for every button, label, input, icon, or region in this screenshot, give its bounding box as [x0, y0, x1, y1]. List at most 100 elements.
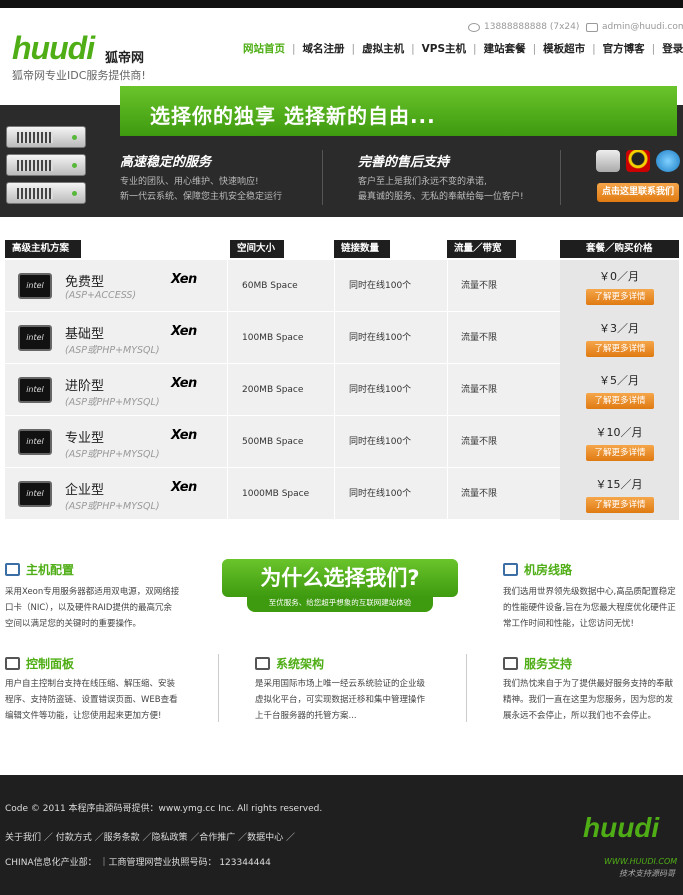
plan-tech: (ASP或PHP+MYSQL) — [65, 397, 160, 408]
why-choose-us-subtitle: 至优服务、给您超乎想象的互联网建站体验 — [247, 596, 433, 612]
plan-price: ￥0／月 — [599, 270, 639, 283]
footer-support: 技术支持源码哥 — [619, 869, 675, 878]
nav-blog[interactable]: 官方博客 — [596, 41, 652, 56]
server-icon — [6, 126, 86, 148]
monitor-icon — [5, 657, 20, 670]
logo[interactable]: huudi — [12, 30, 95, 67]
datacenter-icon — [503, 563, 518, 576]
intel-cpu-icon: intel — [18, 325, 52, 351]
learn-more-button[interactable]: 了解更多详情 — [586, 289, 654, 305]
section-support-title: 服务支持 — [503, 655, 572, 672]
top-bar — [0, 0, 683, 8]
divider — [322, 150, 323, 205]
xen-logo-icon: Xen — [171, 324, 197, 339]
plan-traffic: 流量不限 — [461, 437, 498, 447]
plan-traffic: 流量不限 — [461, 489, 498, 499]
printer-icon[interactable] — [596, 150, 620, 172]
learn-more-button[interactable]: 了解更多详情 — [586, 341, 654, 357]
phone-icon — [468, 22, 480, 32]
col-header-price: 套餐／购买价格 — [560, 240, 679, 258]
footer-links[interactable]: 关于我们 ／ 付款方式 ／服务条款 ／隐私政策 ／合作推广 ／数据中心 ／ — [5, 830, 295, 843]
plan-tech: (ASP+ACCESS) — [65, 290, 137, 301]
nav-domain[interactable]: 域名注册 — [296, 41, 352, 56]
plan-connections: 同时在线100个 — [349, 385, 412, 395]
learn-more-button[interactable]: 了解更多详情 — [586, 393, 654, 409]
plan-row: intel 免费型 (ASP+ACCESS) Xen 60MB Space 同时在线100… — [5, 260, 679, 312]
plan-space: 200MB Space — [242, 385, 304, 395]
nav-package[interactable]: 建站套餐 — [477, 41, 533, 56]
col-header-space: 空间大小 — [230, 240, 284, 258]
divider — [466, 654, 467, 722]
plan-connections: 同时在线100个 — [349, 437, 412, 447]
nav-home[interactable]: 网站首页 — [236, 41, 292, 56]
footer-license: CHINA信息化产业部： ｜工商管理网营业执照号码： 123344444 — [5, 858, 271, 868]
banner: 选择你的独享 选择新的自由... — [120, 86, 677, 136]
intel-cpu-icon: intel — [18, 429, 52, 455]
learn-more-button[interactable]: 了解更多详情 — [586, 497, 654, 513]
feature-title: 完善的售后支持 — [358, 155, 450, 170]
divider — [218, 654, 219, 722]
main-nav: 网站首页 | 域名注册 | 虚拟主机 | VPS主机 | 建站套餐 | 模板超市 | 官方博… — [236, 41, 683, 56]
intel-cpu-icon: intel — [18, 481, 52, 507]
intel-cpu-icon: intel — [18, 273, 52, 299]
server-icon — [6, 154, 86, 176]
price-cell: ￥10／月 了解更多详情 — [560, 416, 679, 468]
document-icon — [255, 657, 270, 670]
plan-space: 500MB Space — [242, 437, 304, 447]
contact-us-button[interactable]: 点击这里联系我们 — [597, 183, 679, 202]
footer-url[interactable]: WWW.HUUDI.COM — [604, 857, 677, 866]
feature-text: 专业的团队、用心维护、快速响应! 新一代云系统、保障您主机安全稳定运行 — [120, 177, 283, 202]
section-host-text: 采用Xeon专用服务器都适用双电源，双网络接 口卡（NIC），以及硬件RAID提供… — [5, 587, 180, 629]
plan-tech: (ASP或PHP+MYSQL) — [65, 449, 160, 460]
plan-connections: 同时在线100个 — [349, 489, 412, 499]
plan-tech: (ASP或PHP+MYSQL) — [65, 501, 160, 512]
section-support-text: 我们热忱来自于为了提供最好服务支持的奉献 精神。我们一直在这里为您服务，因为您的发… — [503, 679, 674, 721]
section-arch-title: 系统架构 — [255, 655, 324, 672]
plan-price: ￥15／月 — [595, 478, 643, 491]
intel-cpu-icon: intel — [18, 377, 52, 403]
mail-icon — [586, 22, 598, 32]
col-header-connections: 链接数量 — [334, 240, 390, 258]
divider — [560, 150, 561, 205]
price-cell: ￥0／月了解更多详情 — [560, 260, 679, 312]
plan-space: 100MB Space — [242, 333, 304, 343]
plan-space: 60MB Space — [242, 281, 298, 291]
nav-templates[interactable]: 模板超市 — [536, 41, 592, 56]
col-header-plan: 高级主机方案 — [5, 240, 81, 258]
login-link[interactable]: 登录 — [655, 41, 683, 56]
plan-row: intel 企业型 (ASP或PHP+MYSQL) Xen 1000MB Space 同时… — [5, 468, 679, 520]
section-room-text: 我们选用世界领先级数据中心,高品质配置稳定 的性能硬件设备,旨在为您最大程度优化硬… — [503, 587, 676, 629]
server-icon — [6, 182, 86, 204]
price-cell: ￥3／月 了解更多详情 — [560, 312, 679, 364]
phone-text: 13888888888 (7x24) — [484, 22, 580, 32]
xen-logo-icon: Xen — [171, 428, 197, 443]
price-cell: ￥15／月了解更多详情 — [560, 468, 679, 520]
plan-space: 1000MB Space — [242, 489, 310, 499]
section-arch-text: 是采用国际市场上唯一经云系统验证的企业级 虚拟化平台，可实现数据迁移和集中管理操作… — [255, 679, 426, 721]
nav-vps[interactable]: VPS主机 — [415, 41, 473, 56]
email-text: admin@huudi.com — [602, 22, 683, 32]
price-cell: ￥5／月了解更多详情 — [560, 364, 679, 416]
plan-name: 企业型 — [65, 483, 105, 498]
banner-headline: 选择你的独享 选择新的自由... — [150, 104, 436, 128]
plan-name: 基础型 — [65, 327, 105, 342]
plan-row: intel 专业型 (ASP或PHP+MYSQL) Xen 500MB Space 同时在… — [5, 416, 679, 468]
feature-title: 高速稳定的服务 — [120, 155, 212, 170]
plan-price: ￥5／月 — [599, 374, 639, 387]
plan-name: 免费型 — [65, 275, 105, 290]
chat-icon[interactable] — [656, 150, 680, 172]
logo-cn: 狐帝网 — [105, 51, 145, 66]
slogan: 狐帝网专业IDC服务提供商! — [12, 69, 146, 82]
xen-logo-icon: Xen — [171, 480, 197, 495]
nav-hosting[interactable]: 虚拟主机 — [355, 41, 411, 56]
section-panel-title: 控制面板 — [5, 655, 74, 672]
plan-traffic: 流量不限 — [461, 333, 498, 343]
xen-logo-icon: Xen — [171, 272, 197, 287]
phone-contact: 13888888888 (7x24) — [468, 22, 579, 32]
section-host-title: 主机配置 — [5, 561, 74, 578]
section-panel-text: 用户自主控制台支持在线压缩、解压缩、安装 程序、支持防盗链、设置错误页面、WEB查… — [5, 679, 178, 721]
server-config-icon — [5, 563, 20, 576]
qq-icon[interactable] — [626, 150, 650, 172]
plan-connections: 同时在线100个 — [349, 333, 412, 343]
learn-more-button[interactable]: 了解更多详情 — [586, 445, 654, 461]
